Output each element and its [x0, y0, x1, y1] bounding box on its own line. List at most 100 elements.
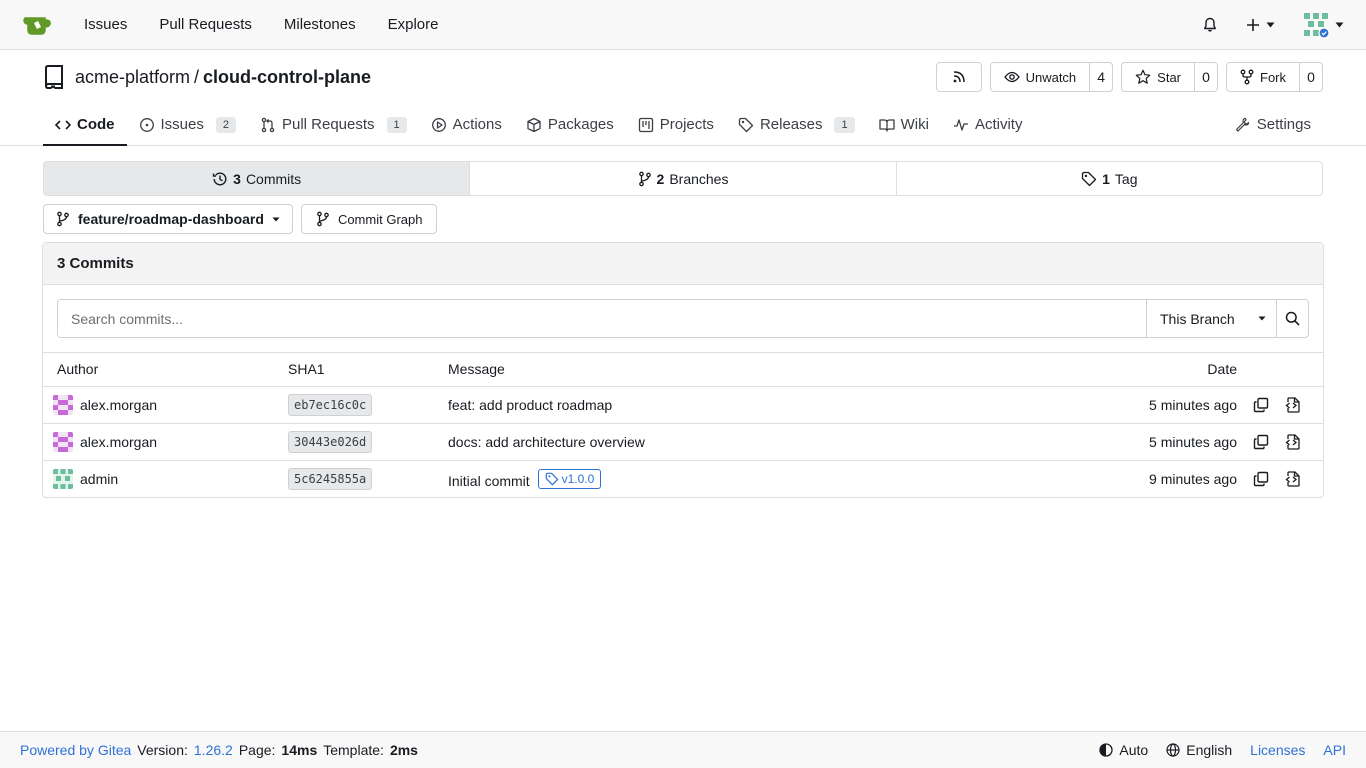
search-scope-label: This Branch [1160, 310, 1235, 327]
tab-code[interactable]: Code [43, 104, 127, 146]
releases-count-badge: 1 [834, 116, 855, 133]
tab-issues-label: Issues [160, 116, 204, 133]
language-selector[interactable]: English [1166, 742, 1232, 758]
branches-stat[interactable]: 2 Branches [470, 162, 897, 195]
powered-by-link[interactable]: Powered by Gitea [20, 742, 131, 758]
commit-sha-link[interactable]: eb7ec16c0c [288, 393, 373, 416]
browse-files-button[interactable] [1285, 396, 1301, 413]
tab-issues[interactable]: Issues 2 [127, 104, 248, 145]
caret-down-icon [272, 217, 280, 221]
rss-feed-button[interactable] [935, 62, 982, 92]
nav-issues[interactable]: Issues [68, 16, 143, 33]
fork-button[interactable]: Fork [1227, 63, 1300, 91]
star-button[interactable]: Star [1122, 63, 1195, 91]
page-time-label: Page: [238, 742, 276, 758]
nav-pull-requests[interactable]: Pull Requests [143, 16, 268, 33]
tags-count: 1 [1102, 170, 1110, 187]
commit-sha-link[interactable]: 5c6245855a [288, 467, 373, 490]
tab-wiki[interactable]: Wiki [867, 104, 941, 145]
copy-sha-button[interactable] [1253, 397, 1269, 413]
tab-activity[interactable]: Activity [941, 104, 1035, 145]
commit-author[interactable]: admin [53, 468, 288, 489]
package-icon [527, 117, 541, 132]
page-footer: Powered by Gitea Version: 1.26.2 Page: 1… [0, 731, 1366, 768]
browse-files-button[interactable] [1285, 433, 1301, 450]
theme-label: Auto [1119, 742, 1149, 758]
repo-tabs: Code Issues 2 Pull Requests 1 Actions Pa… [43, 104, 1323, 146]
tab-pull-requests-label: Pull Requests [281, 116, 375, 133]
table-row: admin 5c6245855a Initial commit v1.0.0 9… [43, 460, 1323, 497]
version-link[interactable]: 1.26.2 [194, 742, 233, 758]
language-label: English [1186, 742, 1233, 758]
tab-pull-requests[interactable]: Pull Requests 1 [248, 104, 419, 145]
repo-stats-bar: 3 Commits 2 Branches 1 Tag [43, 161, 1323, 196]
theme-icon [1099, 743, 1114, 757]
copy-sha-button[interactable] [1253, 434, 1269, 450]
fork-label: Fork [1260, 69, 1286, 85]
search-scope-dropdown[interactable]: This Branch [1146, 300, 1276, 337]
commit-message-link[interactable]: feat: add product roadmap [448, 397, 612, 413]
commit-author[interactable]: alex.morgan [53, 394, 288, 415]
copy-sha-button[interactable] [1253, 471, 1269, 487]
commits-stat[interactable]: 3 Commits [44, 162, 471, 195]
api-link[interactable]: API [1323, 742, 1346, 758]
create-new-menu[interactable] [1232, 18, 1289, 32]
tab-settings[interactable]: Settings [1223, 104, 1323, 145]
copy-icon [1253, 471, 1269, 486]
tab-projects[interactable]: Projects [626, 104, 726, 145]
notifications-button[interactable] [1188, 17, 1232, 33]
commit-sha-link[interactable]: 30443e026d [288, 430, 373, 453]
tab-actions[interactable]: Actions [419, 104, 514, 145]
file-code-icon [1285, 433, 1300, 450]
tags-stat[interactable]: 1 Tag [897, 162, 1322, 195]
commits-table-header: Author SHA1 Message Date [43, 353, 1323, 387]
commit-message-link[interactable]: Initial commit [448, 473, 530, 489]
star-button-group: Star 0 [1121, 62, 1218, 92]
tag-label[interactable]: v1.0.0 [537, 468, 602, 489]
nav-explore[interactable]: Explore [372, 16, 455, 33]
commits-heading: 3 Commits [43, 243, 1323, 285]
tab-packages[interactable]: Packages [514, 104, 626, 145]
nav-milestones[interactable]: Milestones [268, 16, 372, 33]
git-graph-icon [317, 211, 329, 227]
copy-icon [1253, 434, 1269, 449]
commit-author[interactable]: alex.morgan [53, 431, 288, 452]
commit-message-link[interactable]: docs: add architecture overview [448, 434, 645, 450]
licenses-link[interactable]: Licenses [1250, 742, 1305, 758]
unwatch-button[interactable]: Unwatch [991, 63, 1091, 91]
avatar [1303, 12, 1329, 38]
commits-label: Commits [245, 170, 302, 187]
avatar [53, 394, 73, 415]
repo-icon [44, 65, 63, 89]
fork-button-group: Fork 0 [1226, 62, 1323, 92]
branch-selector[interactable]: feature/roadmap-dashboard [43, 204, 293, 234]
avatar [53, 431, 73, 452]
user-menu[interactable] [1289, 12, 1344, 38]
tab-packages-label: Packages [547, 116, 614, 133]
browse-files-button[interactable] [1285, 471, 1301, 487]
stars-count[interactable]: 0 [1195, 63, 1217, 91]
tab-projects-label: Projects [659, 116, 714, 133]
commits-count: 3 [233, 170, 241, 187]
gitea-logo[interactable] [22, 9, 54, 41]
theme-selector[interactable]: Auto [1099, 742, 1148, 758]
star-icon [1135, 69, 1151, 84]
tab-releases[interactable]: Releases 1 [726, 104, 867, 145]
commit-date: 9 minutes ago [1149, 470, 1237, 487]
search-commits-input[interactable] [58, 300, 1146, 337]
issues-count-badge: 2 [215, 116, 236, 133]
forks-count[interactable]: 0 [1300, 63, 1322, 91]
commit-graph-button[interactable]: Commit Graph [300, 204, 438, 234]
author-name: alex.morgan [80, 396, 158, 413]
watchers-count[interactable]: 4 [1090, 63, 1112, 91]
repo-owner-link[interactable]: acme-platform [75, 67, 190, 88]
star-label: Star [1157, 69, 1181, 85]
tag-icon [1081, 171, 1097, 186]
column-header-sha: SHA1 [288, 353, 448, 387]
project-icon [638, 117, 653, 132]
search-button[interactable] [1276, 300, 1308, 337]
repo-name-link[interactable]: cloud-control-plane [203, 67, 371, 88]
watch-button-group: Unwatch 4 [989, 62, 1114, 92]
plus-icon [1247, 18, 1259, 31]
column-header-author: Author [43, 353, 288, 387]
